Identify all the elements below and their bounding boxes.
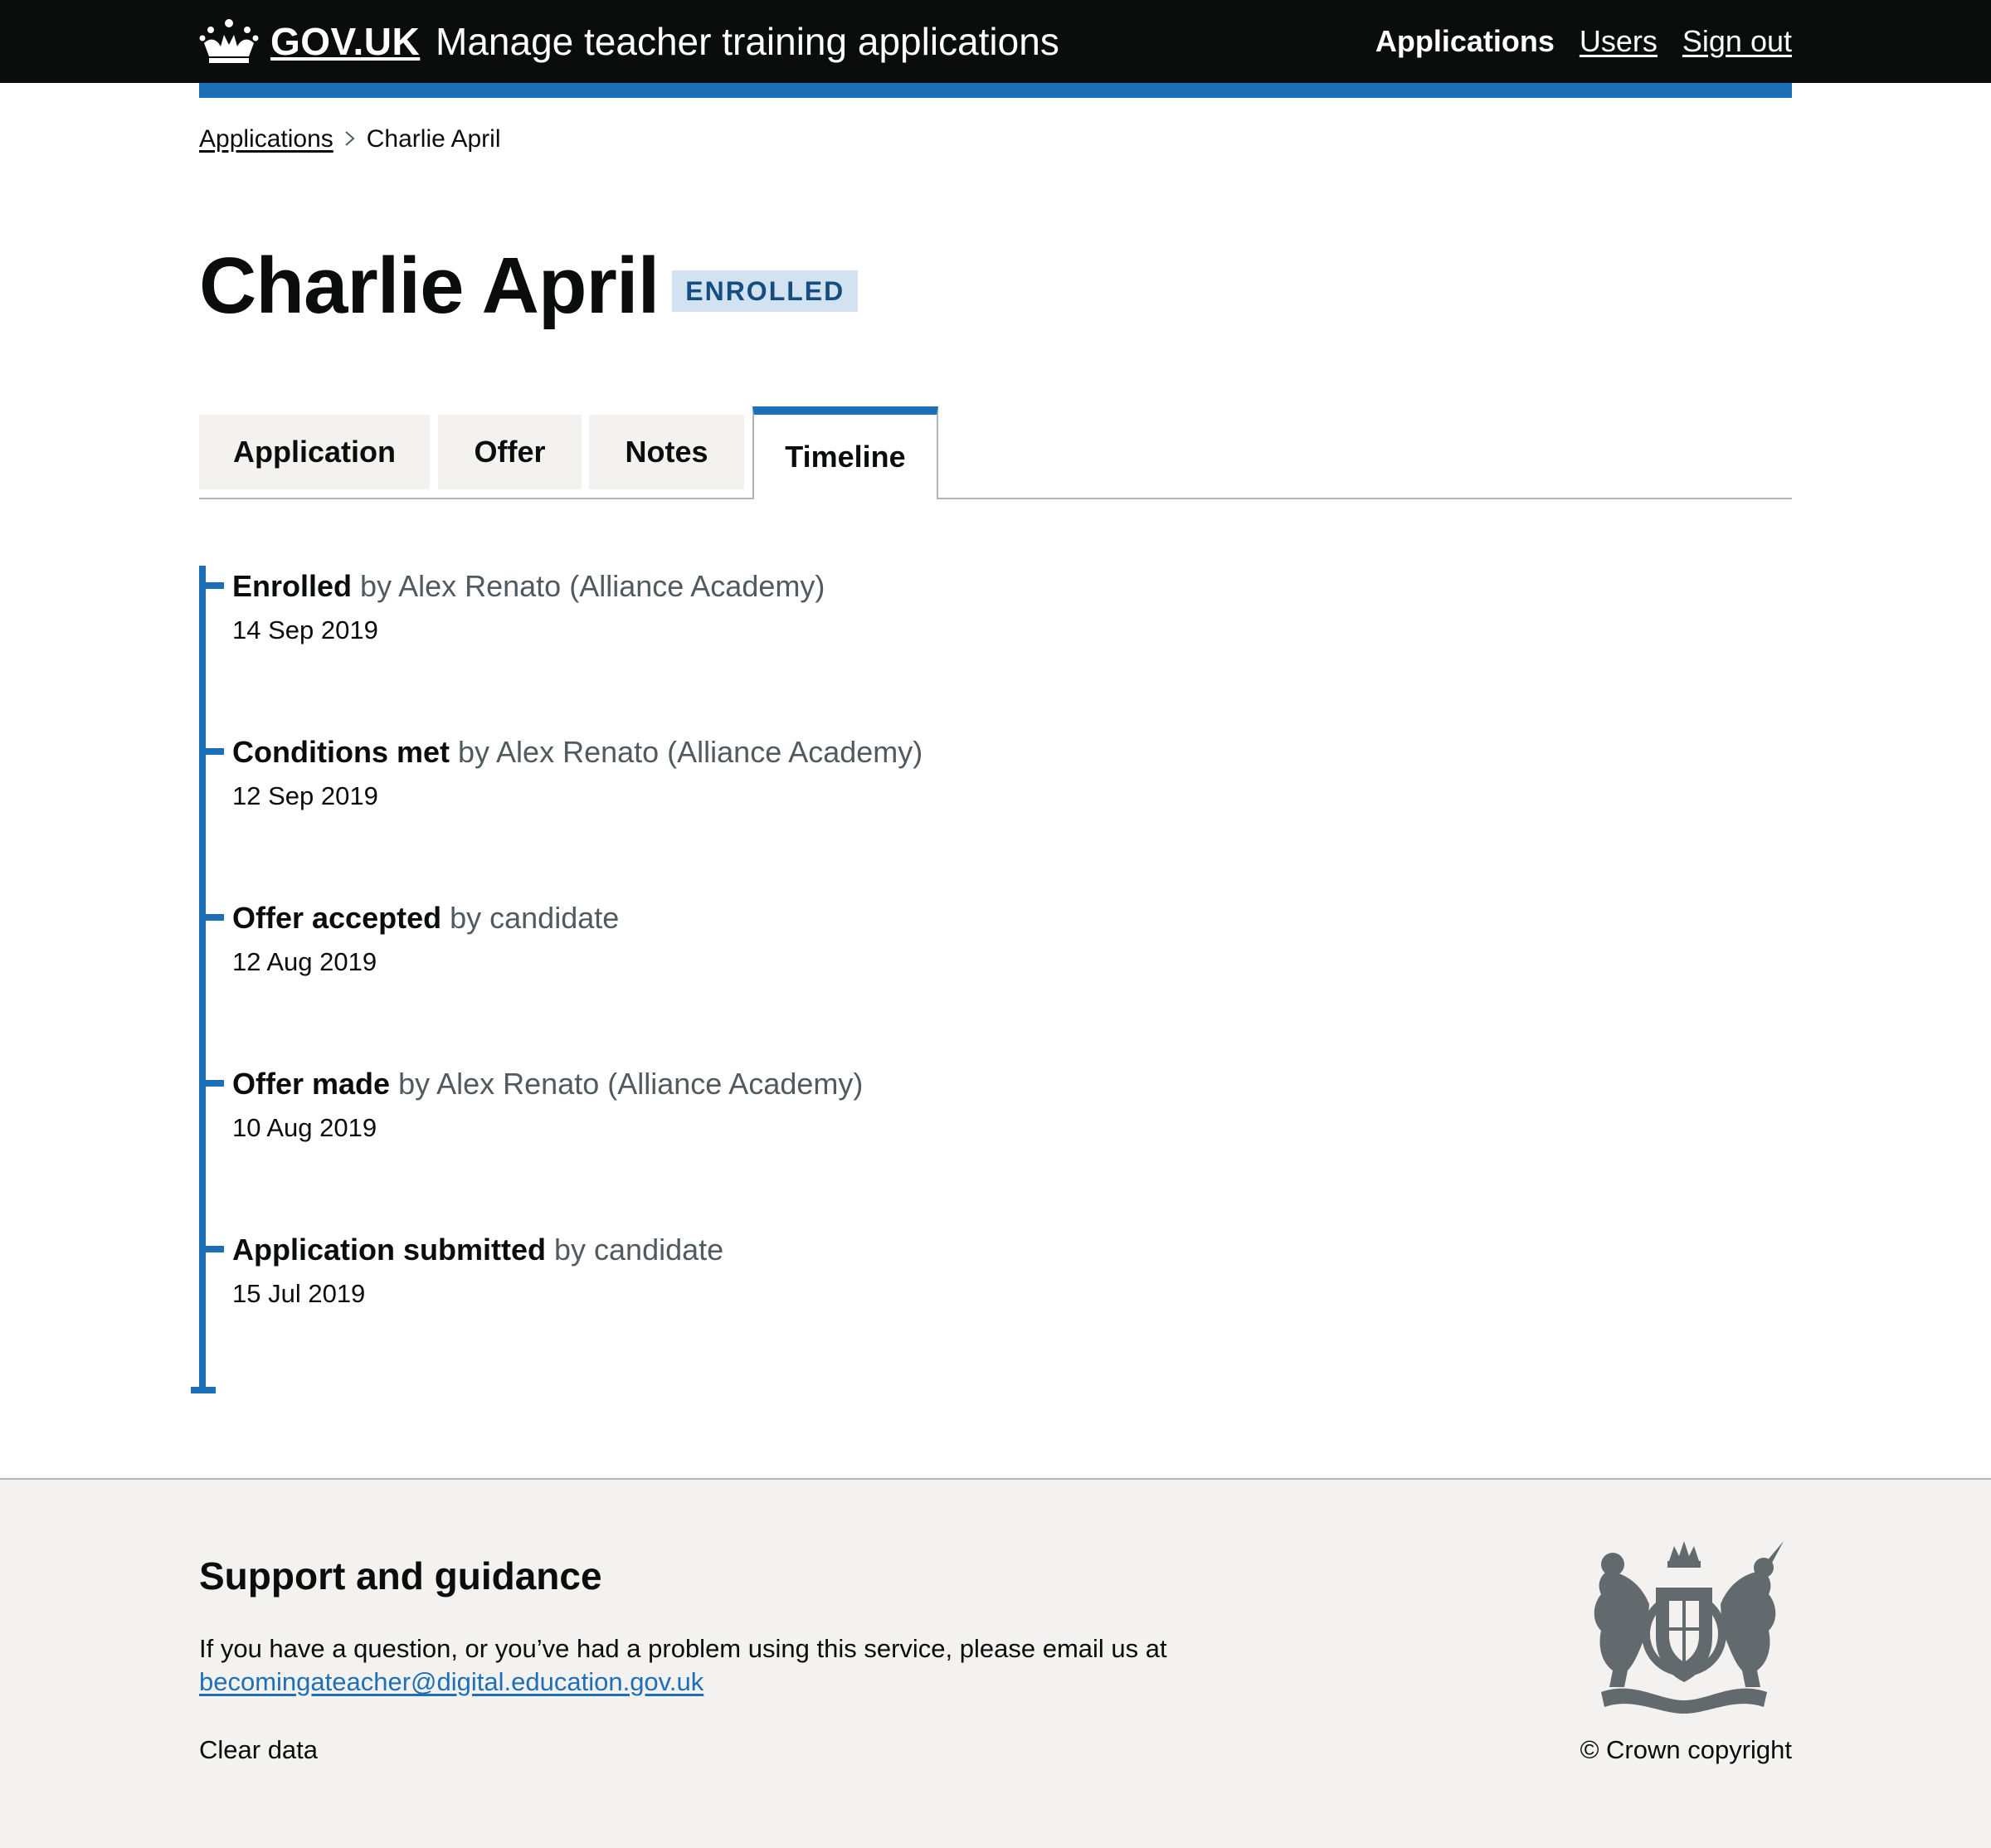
timeline-item: Offer accepted by candidate 12 Aug 2019 [199, 897, 1726, 980]
breadcrumb-current: Charlie April [366, 125, 501, 153]
timeline-line-end [191, 1387, 216, 1393]
timeline-heading: Offer made by Alex Renato (Alliance Acad… [232, 1063, 1726, 1105]
timeline-heading: Conditions met by Alex Renato (Alliance … [232, 732, 1726, 773]
service-name[interactable]: Manage teacher training applications [436, 18, 1059, 65]
tabs: Application Offer Notes Timeline [199, 406, 1792, 499]
timeline-event: Enrolled [232, 569, 353, 603]
timeline-date: 10 Aug 2019 [232, 1113, 377, 1142]
status-badge: ENROLLED [672, 270, 859, 312]
header-blue-bar [199, 83, 1792, 98]
header-container: GOV.UK Manage teacher training applicati… [199, 0, 1792, 83]
timeline-item: Conditions met by Alex Renato (Alliance … [199, 732, 1726, 815]
nav-applications[interactable]: Applications [1375, 20, 1555, 63]
title-row: Charlie April ENROLLED [199, 241, 859, 332]
breadcrumb: Applications Charlie April [199, 123, 501, 156]
site-header: GOV.UK Manage teacher training applicati… [0, 0, 1991, 83]
timeline-item: Enrolled by Alex Renato (Alliance Academ… [199, 566, 1726, 649]
timeline-actor: by Alex Renato (Alliance Academy) [458, 735, 923, 769]
timeline-date: 12 Sep 2019 [232, 781, 378, 810]
timeline-item: Offer made by Alex Renato (Alliance Acad… [199, 1063, 1726, 1146]
tab-offer[interactable]: Offer [438, 415, 582, 489]
timeline-date: 14 Sep 2019 [232, 615, 378, 644]
footer-text: If you have a question, or you’ve had a … [199, 1634, 1167, 1663]
timeline-tick [199, 914, 224, 921]
page-title: Charlie April [199, 241, 660, 330]
timeline-item: Application submitted by candidate 15 Ju… [199, 1229, 1726, 1312]
govuk-logo-link[interactable]: GOV.UK [199, 15, 420, 68]
footer-support-text: If you have a question, or you’ve had a … [199, 1632, 1195, 1699]
crown-icon [199, 19, 259, 63]
timeline-date: 15 Jul 2019 [232, 1279, 366, 1308]
footer-heading: Support and guidance [199, 1554, 602, 1598]
tab-notes[interactable]: Notes [589, 415, 744, 489]
nav-sign-out[interactable]: Sign out [1682, 20, 1792, 63]
timeline: Enrolled by Alex Renato (Alliance Academ… [191, 566, 1792, 1395]
support-email-link[interactable]: becomingateacher@digital.education.gov.u… [199, 1667, 703, 1696]
timeline-tick [199, 582, 224, 589]
timeline-line [199, 566, 206, 1392]
timeline-actor: by Alex Renato (Alliance Academy) [398, 1067, 864, 1101]
timeline-event: Application submitted [232, 1233, 546, 1267]
timeline-event: Offer made [232, 1067, 391, 1101]
timeline-heading: Enrolled by Alex Renato (Alliance Academ… [232, 566, 1726, 607]
nav-users[interactable]: Users [1580, 20, 1658, 63]
timeline-event: Offer accepted [232, 901, 442, 935]
breadcrumb-applications-link[interactable]: Applications [199, 123, 333, 156]
timeline-tick [199, 748, 224, 755]
timeline-actor: by candidate [450, 901, 620, 935]
timeline-actor: by candidate [554, 1233, 724, 1267]
header-nav: Applications Users Sign out [1375, 20, 1792, 63]
timeline-date: 12 Aug 2019 [232, 947, 377, 976]
timeline-heading: Offer accepted by candidate [232, 897, 1726, 939]
chevron-right-icon [333, 123, 367, 156]
tab-application[interactable]: Application [199, 415, 430, 489]
royal-coat-of-arms-icon [1594, 1541, 1784, 1714]
site-footer: Support and guidance If you have a quest… [0, 1478, 1991, 1848]
logo-text: GOV.UK [270, 20, 421, 63]
timeline-heading: Application submitted by candidate [232, 1229, 1726, 1271]
timeline-tick [199, 1080, 224, 1087]
tab-timeline[interactable]: Timeline [752, 406, 938, 499]
timeline-event: Conditions met [232, 735, 450, 769]
timeline-tick [199, 1246, 224, 1252]
tabs-divider [199, 498, 1792, 499]
timeline-actor: by Alex Renato (Alliance Academy) [360, 569, 825, 603]
clear-data-link[interactable]: Clear data [199, 1734, 318, 1767]
crown-copyright[interactable]: © Crown copyright [1580, 1734, 1792, 1767]
